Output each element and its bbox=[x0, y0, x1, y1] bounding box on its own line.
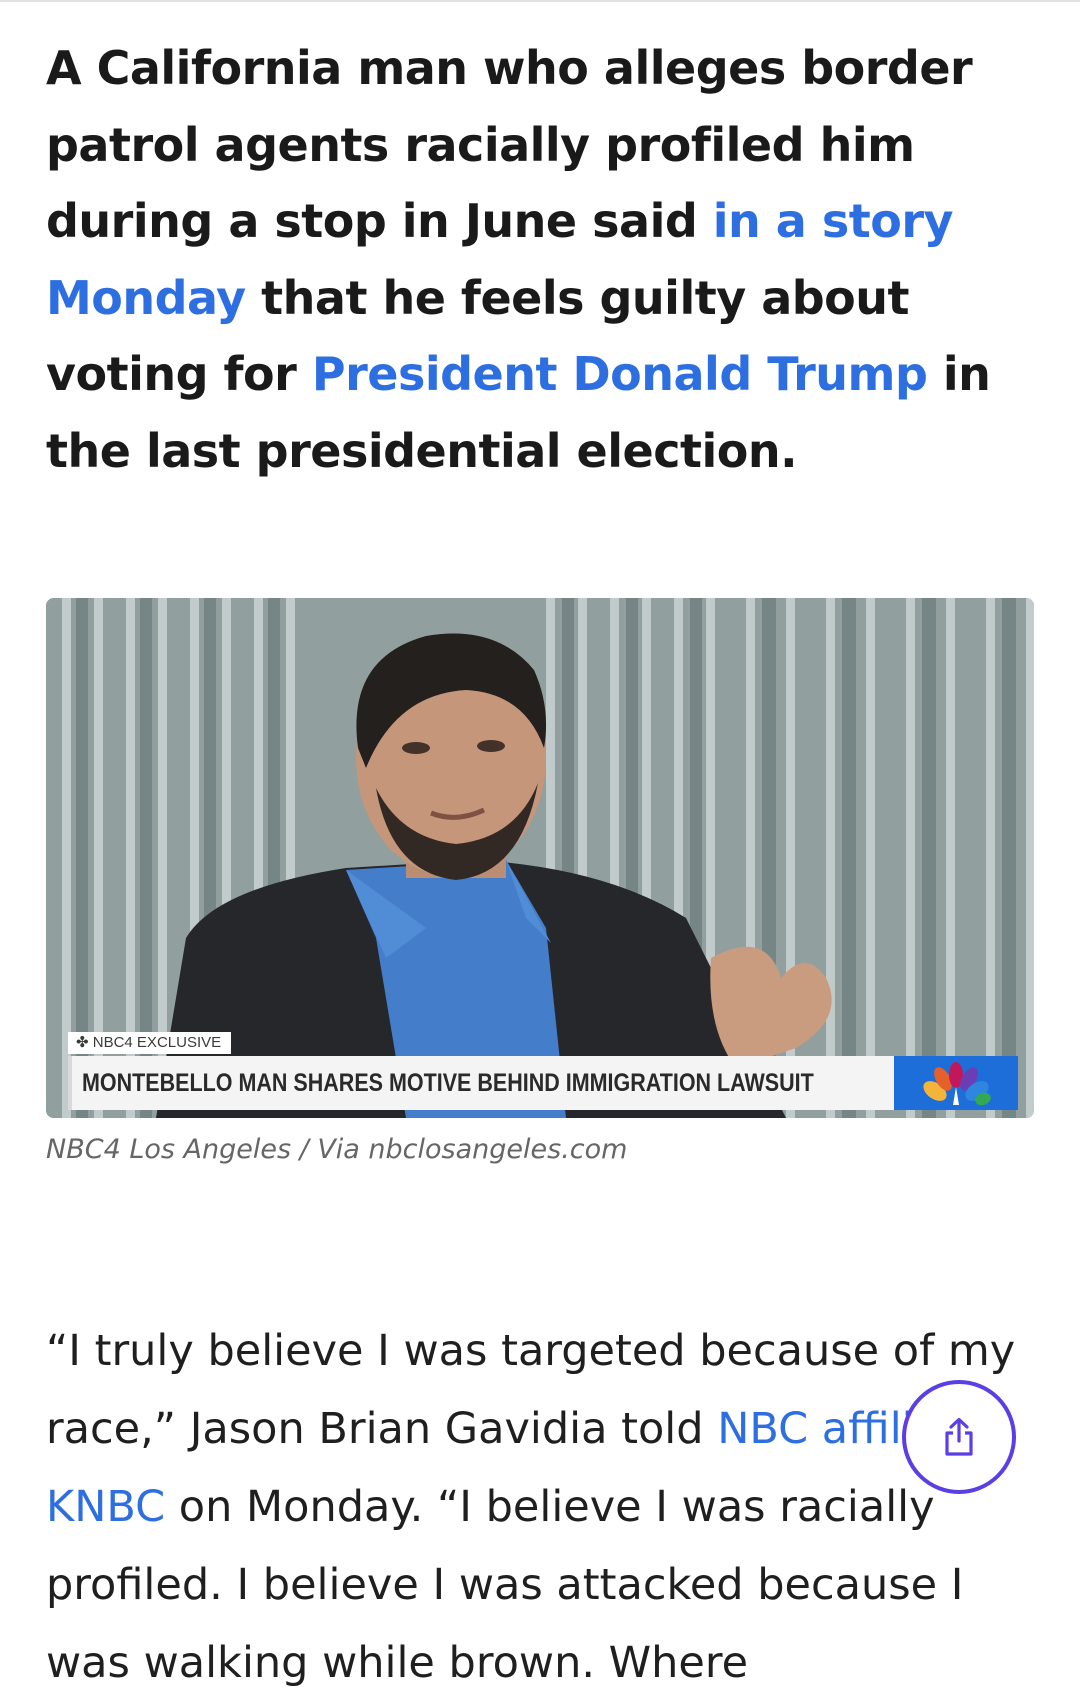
article-body-paragraph: “I truly believe I was targeted because … bbox=[46, 1312, 1046, 1702]
news-chyron: MONTEBELLO MAN SHARES MOTIVE BEHIND IMMI… bbox=[68, 1056, 944, 1110]
nbc4-exclusive-tag: ✤ NBC4 EXCLUSIVE bbox=[68, 1032, 232, 1054]
body-text-2: on Monday. “I believe I was racially pro… bbox=[46, 1482, 964, 1688]
trump-link[interactable]: President Donald Trump bbox=[312, 347, 928, 401]
top-divider bbox=[0, 0, 1080, 2]
share-icon bbox=[945, 1417, 973, 1456]
nbc-peacock-logo bbox=[894, 1056, 1018, 1110]
tag-peacock-icon: ✤ bbox=[76, 1034, 93, 1051]
image-caption: NBC4 Los Angeles / Via nbclosangeles.com bbox=[46, 1134, 628, 1165]
peacock-icon bbox=[923, 1062, 991, 1105]
share-button[interactable] bbox=[902, 1380, 1016, 1494]
tag-label: NBC4 EXCLUSIVE bbox=[92, 1034, 222, 1051]
video-still-image[interactable]: ✤ NBC4 EXCLUSIVE MONTEBELLO MAN SHARES M… bbox=[46, 598, 1034, 1118]
chyron-text: MONTEBELLO MAN SHARES MOTIVE BEHIND IMMI… bbox=[82, 1069, 814, 1097]
article-lede: A California man who alleges border patr… bbox=[46, 30, 1046, 489]
